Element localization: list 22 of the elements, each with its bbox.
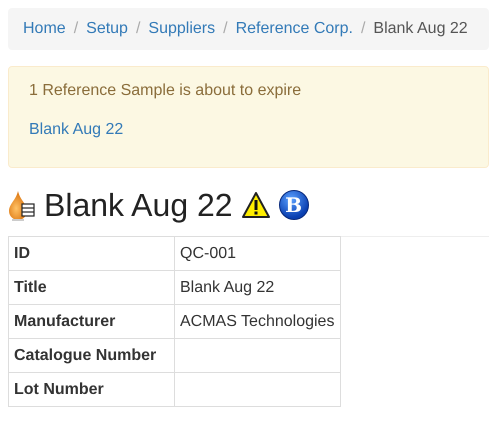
breadcrumb-separator: / bbox=[360, 20, 366, 38]
field-label: Manufacturer bbox=[8, 304, 174, 338]
breadcrumb-link[interactable]: Setup bbox=[86, 20, 128, 38]
alert-message: 1 Reference Sample is about to expire bbox=[29, 82, 302, 100]
alert-link[interactable]: Blank Aug 22 bbox=[29, 121, 124, 139]
field-value: Blank Aug 22 bbox=[174, 270, 340, 304]
breadcrumb-separator: / bbox=[136, 20, 140, 38]
field-label: Title bbox=[8, 270, 174, 304]
blank-badge-icon: B bbox=[278, 190, 309, 220]
field-label: Catalogue Number bbox=[8, 338, 174, 372]
page-title: Blank Aug 22 bbox=[44, 186, 233, 224]
breadcrumb-current: Blank Aug 22 bbox=[373, 20, 468, 38]
breadcrumb-link[interactable]: Reference Corp. bbox=[236, 20, 353, 38]
field-value: QC-001 bbox=[174, 236, 340, 270]
breadcrumb-separator: / bbox=[223, 20, 228, 38]
warning-icon bbox=[240, 191, 271, 219]
breadcrumb-link[interactable]: Suppliers bbox=[148, 20, 216, 38]
field-value: ACMAS Technologies bbox=[174, 304, 340, 338]
breadcrumb-link[interactable]: Home bbox=[23, 20, 66, 38]
field-label: Lot Number bbox=[8, 372, 174, 406]
breadcrumb-separator: / bbox=[74, 20, 78, 38]
field-label: ID bbox=[8, 236, 174, 270]
